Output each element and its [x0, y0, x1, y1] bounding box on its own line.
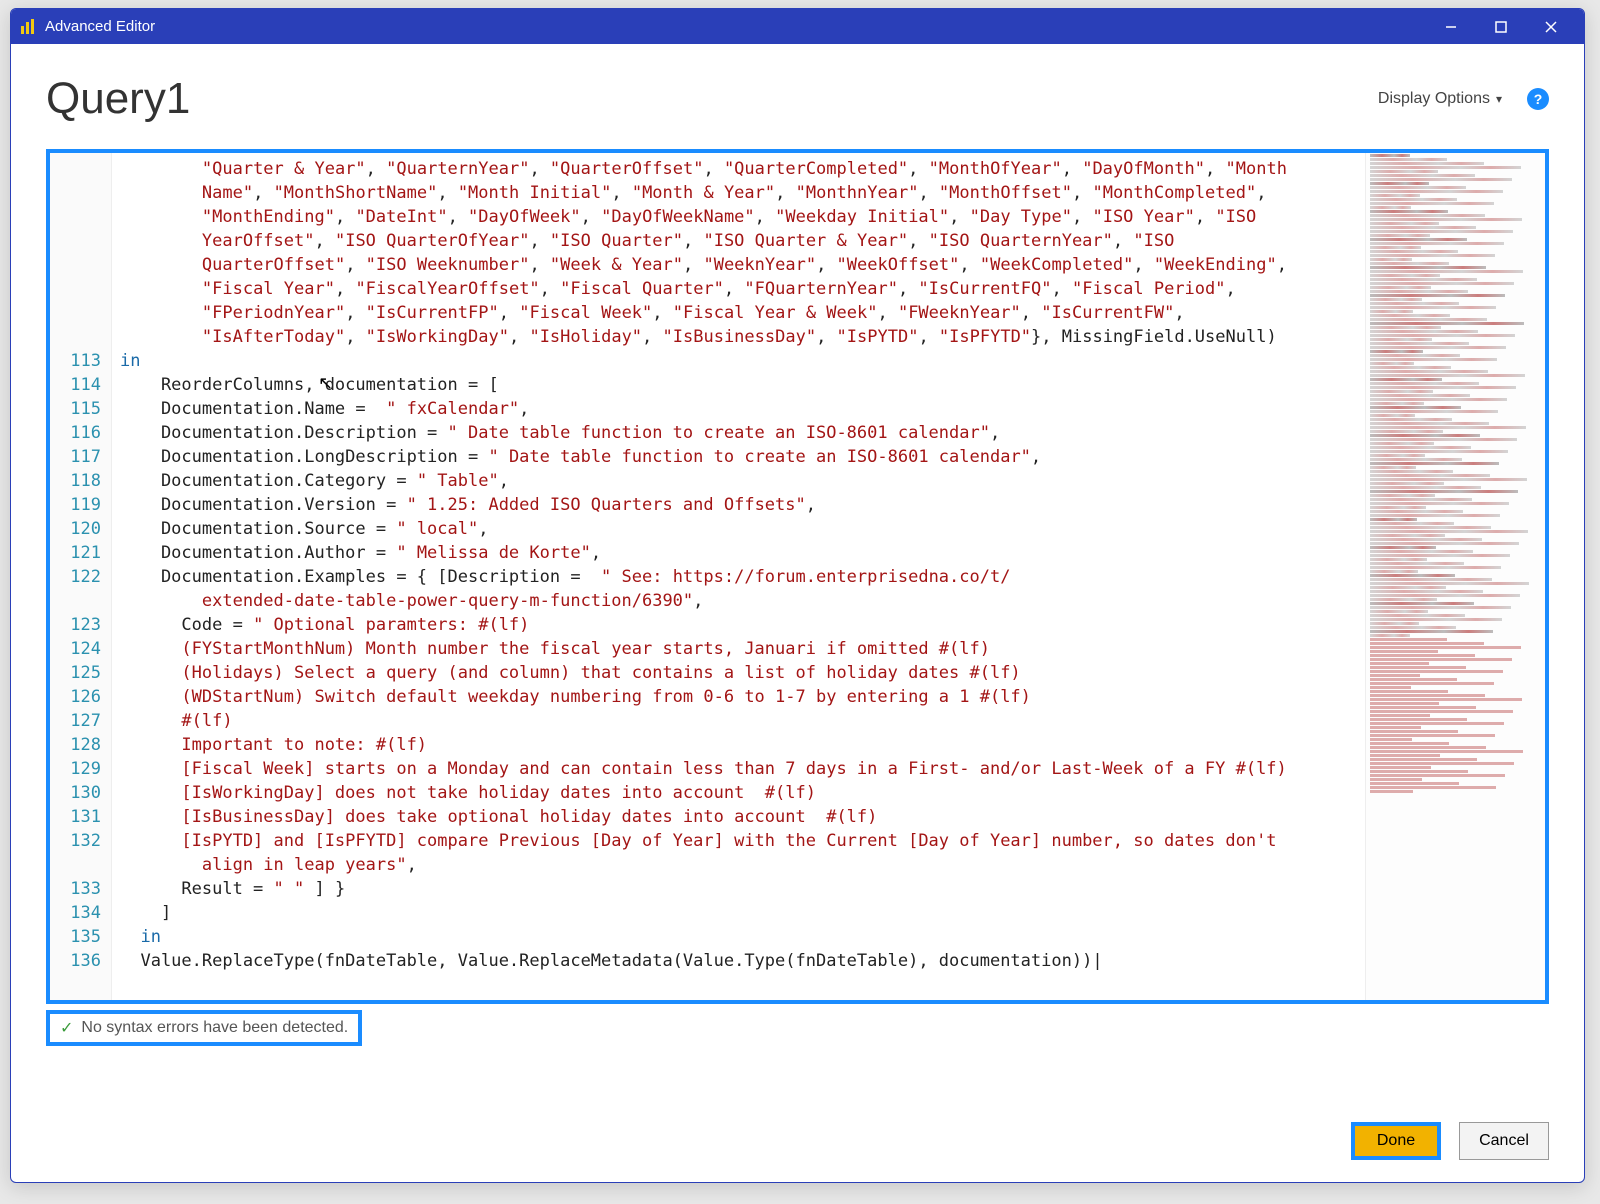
advanced-editor-window: Advanced Editor Query1 Display Options ▾…	[10, 8, 1585, 1183]
syntax-status: ✓ No syntax errors have been detected.	[46, 1010, 362, 1046]
code-editor[interactable]: 1131141151161171181191201211221231241251…	[46, 149, 1549, 1004]
cancel-button[interactable]: Cancel	[1459, 1122, 1549, 1160]
code-text-area[interactable]: "Quarter & Year", "QuarternYear", "Quart…	[112, 153, 1365, 1000]
check-icon: ✓	[60, 1018, 73, 1038]
display-options-dropdown[interactable]: Display Options ▾	[1378, 90, 1502, 108]
done-button[interactable]: Done	[1351, 1122, 1441, 1160]
query-name: Query1	[46, 74, 1378, 124]
titlebar: Advanced Editor	[11, 9, 1584, 44]
minimap[interactable]	[1365, 153, 1545, 1000]
powerbi-icon	[19, 18, 37, 36]
line-number-gutter: 1131141151161171181191201211221231241251…	[50, 153, 112, 1000]
display-options-label: Display Options	[1378, 90, 1490, 108]
syntax-status-message: No syntax errors have been detected.	[81, 1019, 348, 1037]
chevron-down-icon: ▾	[1496, 92, 1502, 106]
help-icon[interactable]: ?	[1527, 88, 1549, 110]
minimize-button[interactable]	[1426, 9, 1476, 44]
maximize-button[interactable]	[1476, 9, 1526, 44]
close-button[interactable]	[1526, 9, 1576, 44]
window-title: Advanced Editor	[45, 18, 155, 35]
